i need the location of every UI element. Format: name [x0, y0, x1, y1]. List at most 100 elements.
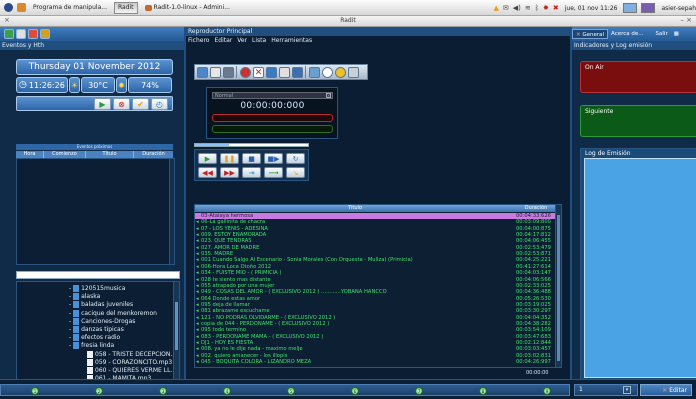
task-radit-linux[interactable]: Radit-1.0-linux - Admini...	[142, 2, 233, 14]
user-name[interactable]: asier-sepah	[661, 5, 696, 12]
tab-salir[interactable]: Salir	[653, 29, 671, 39]
cart-slot-7[interactable]: 7	[415, 387, 423, 395]
playlist-table[interactable]: Título Duración 03-Atalaya hermosa 00:04:…	[194, 204, 562, 368]
playlist-row[interactable]: ◂ 023. QUE TENDRAS 00:04:06:455	[195, 238, 556, 244]
alert-icon[interactable]: ✖	[553, 4, 559, 12]
delete-icon[interactable]	[240, 66, 251, 78]
workspace-1-thumb[interactable]	[623, 3, 638, 13]
col-titulo[interactable]: Título	[86, 151, 134, 158]
playlist-row[interactable]: ◂ 095 deja de llamar 00:03:19:025	[195, 302, 556, 308]
repeat-button[interactable]: ↻	[286, 153, 305, 164]
chart-icon[interactable]	[16, 29, 26, 39]
mail-icon[interactable]: ✉	[503, 4, 509, 12]
confirm-events-button[interactable]: ✔	[132, 98, 149, 110]
sun-icon[interactable]	[335, 66, 346, 78]
play-events-button[interactable]: ▶	[94, 98, 111, 110]
log-content[interactable]	[584, 158, 696, 378]
next-button[interactable]: ■▶	[264, 153, 283, 164]
dropdown-icon[interactable]: ▾	[623, 386, 631, 394]
window-titlebar[interactable]: × Radit – ×	[0, 16, 696, 27]
menu-herramientas[interactable]: Herramientas	[271, 37, 312, 44]
window-controls-icon[interactable]: – ×	[680, 16, 692, 24]
playlist-row[interactable]: ◂ 055 atrapado por una mujer 00:02:33:025	[195, 283, 556, 289]
copy-icon[interactable]	[266, 66, 277, 78]
col-comienzo[interactable]: Comienzo	[44, 151, 86, 158]
track-progress-bar[interactable]	[194, 143, 309, 147]
playlist-row[interactable]: ◂ 049 - COSAS DEL AMOR - ( EXCLUSIVO 2012…	[195, 289, 556, 295]
playlist-row[interactable]: ◂ copia de 044 - PERDONAME - ( EXCLUSIVO …	[195, 321, 556, 327]
paste-icon[interactable]	[279, 66, 290, 78]
fade-button[interactable]: ⟿	[264, 167, 283, 178]
weather-icon[interactable]	[348, 66, 359, 78]
note-icon[interactable]	[40, 29, 50, 39]
tab-general[interactable]: ✕ General	[572, 29, 609, 39]
forward-button[interactable]: ▶▶	[220, 167, 239, 178]
playlist-row[interactable]: ◂ 081 abrazame escuchame 00:03:30:297	[195, 308, 556, 314]
cart-slot-2[interactable]: 2	[95, 387, 103, 395]
playlist-row[interactable]: ◂ 095 todo termino 00:03:54:109	[195, 327, 556, 333]
mix-button[interactable]: ⇥	[242, 167, 261, 178]
workspace-2-thumb[interactable]	[641, 3, 656, 13]
stop-events-button[interactable]: ⊗	[113, 98, 130, 110]
new-list-icon[interactable]	[210, 66, 221, 78]
menu-lista[interactable]: Lista	[252, 37, 266, 44]
play-button[interactable]: ▶	[198, 153, 217, 164]
file-manager-icon[interactable]	[17, 3, 26, 12]
hide-icon[interactable]	[28, 29, 38, 39]
fullscreen-icon[interactable]: ▦	[671, 29, 682, 39]
cue-button[interactable]: ↘	[286, 167, 305, 178]
events-list[interactable]	[16, 158, 175, 265]
edit-button[interactable]: ✕ Editar	[640, 384, 692, 396]
task-radit[interactable]: Radit	[113, 1, 138, 14]
playlist-row[interactable]: ◂ 06-La gallinita de chacra 00:03:09:800	[195, 219, 556, 225]
playlist-row[interactable]: ◂ 035. MADRE 00:02:53:871	[195, 251, 556, 257]
playlist-row[interactable]: ◂ 045 - BOQUITA COLORA - LIZANDRO MEZA 00:…	[195, 359, 556, 365]
info-icon[interactable]	[292, 66, 303, 78]
volume-icon[interactable]: ◀)	[513, 4, 521, 12]
scroll-thumb[interactable]	[175, 302, 178, 350]
col-duracion[interactable]: Duración	[134, 151, 173, 158]
page-selector[interactable]: 1 ▾	[574, 384, 638, 396]
playlist-row[interactable]: ◂ 001 Cuando Salgo Al Escenario - Sonia M…	[195, 257, 556, 263]
pause-button[interactable]: ❚❚	[220, 153, 239, 164]
bluetooth-icon[interactable]: ᛒ	[535, 4, 539, 12]
cart-slot-6[interactable]: 6	[351, 387, 359, 395]
playlist-row[interactable]: ◂ 07 - LOS YENIS - ADESINA 00:04:00:875	[195, 226, 556, 232]
app-menu-icon[interactable]	[4, 3, 13, 12]
stop-button[interactable]: ■	[242, 153, 261, 164]
col-title[interactable]: Título	[195, 205, 515, 212]
cart-slot-9[interactable]: 9	[543, 387, 551, 395]
col-duration[interactable]: Duración	[517, 205, 555, 212]
remove-icon[interactable]: ✕	[253, 66, 264, 78]
playlist-row[interactable]: ◂ 027. AMOR DE MADRE 00:02:53:479	[195, 245, 556, 251]
menu-fichero[interactable]: Fichero	[188, 37, 209, 44]
playlist-row[interactable]: 03-Atalaya hermosa 00:04:33:626	[195, 213, 556, 219]
open-list-icon[interactable]	[197, 66, 208, 78]
cart-slot-3[interactable]: 3	[159, 387, 167, 395]
playlist-row[interactable]: ◂ 006-Hora Loca Otoño 2012 00:41:27:614	[195, 264, 556, 270]
playlist-row[interactable]: ◂ 028 te siento mas distante 00:04:06:566	[195, 277, 556, 283]
search-input[interactable]	[16, 271, 180, 279]
layout-icon[interactable]	[4, 29, 14, 39]
cart-slot-1[interactable]: 1	[31, 387, 39, 395]
wifi-icon[interactable]: ≋	[525, 4, 531, 12]
task-manipula[interactable]: Programa de manipula...	[30, 2, 110, 14]
playlist-scrollbar[interactable]	[555, 205, 561, 367]
playlist-row[interactable]: ◂ 008. ya no le dije nada - maximo melje 0…	[195, 346, 556, 352]
save-list-icon[interactable]	[223, 66, 234, 78]
warning-icon[interactable]: ▲	[494, 4, 499, 12]
rewind-button[interactable]: ◀◀	[198, 167, 217, 178]
playlist-row[interactable]: ◂ DJ1 - HOY ES FIESTA 00:02:12:844	[195, 340, 556, 346]
tab-acerca[interactable]: Acerca de...	[608, 29, 646, 39]
playlist-row[interactable]: ◂ 121 - NO PODRAS OLVIDARME - ( EXCLUSIVO…	[195, 315, 556, 321]
playlist-row[interactable]: ◂ 064 Donde estas amor 00:05:26:530	[195, 296, 556, 302]
system-clock[interactable]: jue, 01 nov 11:26	[565, 5, 618, 12]
cart-slot-5[interactable]: 5	[287, 387, 295, 395]
add-icon[interactable]	[309, 66, 320, 78]
menu-editar[interactable]: Editar	[214, 37, 232, 44]
menu-ver[interactable]: Ver	[237, 37, 247, 44]
playlist-row[interactable]: ◂ 002. quiero amanecer - los illopis 00:03…	[195, 353, 556, 359]
timer-icon[interactable]	[322, 66, 333, 78]
playlist-row[interactable]: ◂ 034 - FUISTE MIO - ( PRIMICIA ) 00:04:03…	[195, 270, 556, 276]
scroll-thumb[interactable]	[557, 215, 560, 361]
